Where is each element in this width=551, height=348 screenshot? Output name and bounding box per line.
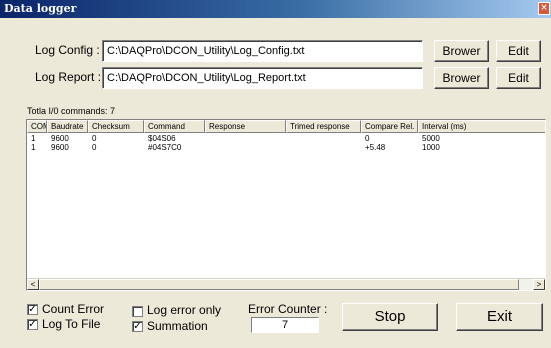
column-header-command[interactable]: Command — [144, 120, 205, 133]
log-report-browse-button[interactable]: Brower — [434, 67, 489, 89]
log-report-edit-button[interactable]: Edit — [496, 67, 541, 89]
column-header-baudrate[interactable]: Baudrate — [47, 120, 88, 133]
horizontal-scrollbar[interactable]: < > — [27, 278, 545, 290]
summation-label: Summation — [147, 319, 208, 333]
commands-table[interactable]: COM Baudrate Checksum Command Response T… — [26, 119, 546, 291]
column-header-com[interactable]: COM — [27, 120, 47, 133]
log-error-only-label: Log error only — [147, 303, 222, 317]
cell-baudrate: 9600 — [51, 134, 69, 143]
log-error-only-checkbox[interactable] — [132, 306, 143, 317]
summation-checkbox[interactable]: ✓ — [132, 321, 143, 332]
table-row[interactable]: 1 9600 0 $04S06 0 5000 — [27, 134, 545, 143]
column-header-checksum[interactable]: Checksum — [88, 120, 144, 133]
log-config-label: Log Config : — [35, 43, 100, 57]
table-row[interactable]: 1 9600 0 #04S7C0 +5.48 1000 — [27, 143, 545, 152]
cell-compare-rel: +5.48 — [365, 143, 386, 152]
cell-checksum: 0 — [92, 134, 97, 143]
column-header-trimed-response[interactable]: Trimed response — [286, 120, 361, 133]
cell-interval: 5000 — [422, 134, 440, 143]
log-to-file-checkbox[interactable]: ✓ — [27, 319, 38, 330]
error-counter-value: 7 — [251, 317, 319, 333]
data-logger-window: Data logger × Log Config : C:\DAQPro\DCO… — [0, 0, 551, 348]
log-config-browse-button[interactable]: Brower — [434, 40, 489, 62]
window-title: Data logger — [4, 2, 77, 15]
total-commands-label: Totla I/0 commands: 7 — [27, 106, 116, 116]
exit-button[interactable]: Exit — [456, 303, 543, 331]
cell-com: 1 — [31, 143, 36, 152]
column-header-compare-rel[interactable]: Compare Rel. — [361, 120, 418, 133]
close-icon[interactable]: × — [538, 2, 550, 15]
cell-baudrate: 9600 — [51, 143, 69, 152]
table-header: COM Baudrate Checksum Command Response T… — [27, 120, 545, 133]
count-error-label: Count Error — [42, 302, 105, 316]
log-to-file-label: Log To File — [42, 317, 101, 331]
scrollbar-thumb[interactable] — [39, 279, 519, 290]
error-counter-label: Error Counter : — [248, 302, 328, 316]
cell-checksum: 0 — [92, 143, 97, 152]
title-bar[interactable]: Data logger × — [0, 0, 551, 18]
log-config-edit-button[interactable]: Edit — [496, 40, 541, 62]
check-icon: ✓ — [133, 321, 142, 332]
check-icon: ✓ — [28, 304, 37, 315]
count-error-checkbox[interactable]: ✓ — [27, 304, 38, 315]
scroll-left-icon[interactable]: < — [27, 279, 39, 290]
log-report-label: Log Report : — [35, 70, 102, 84]
log-config-field[interactable]: C:\DAQPro\DCON_Utility\Log_Config.txt — [102, 40, 423, 62]
column-header-response[interactable]: Response — [205, 120, 286, 133]
cell-command: #04S7C0 — [148, 143, 182, 152]
stop-button[interactable]: Stop — [342, 303, 438, 331]
check-icon: ✓ — [28, 319, 37, 330]
cell-compare-rel: 0 — [365, 134, 370, 143]
scroll-right-icon[interactable]: > — [533, 279, 545, 290]
column-header-interval[interactable]: Interval (ms) — [418, 120, 545, 133]
log-report-field[interactable]: C:\DAQPro\DCON_Utility\Log_Report.txt — [102, 67, 423, 89]
cell-command: $04S06 — [148, 134, 176, 143]
cell-com: 1 — [31, 134, 36, 143]
cell-interval: 1000 — [422, 143, 440, 152]
